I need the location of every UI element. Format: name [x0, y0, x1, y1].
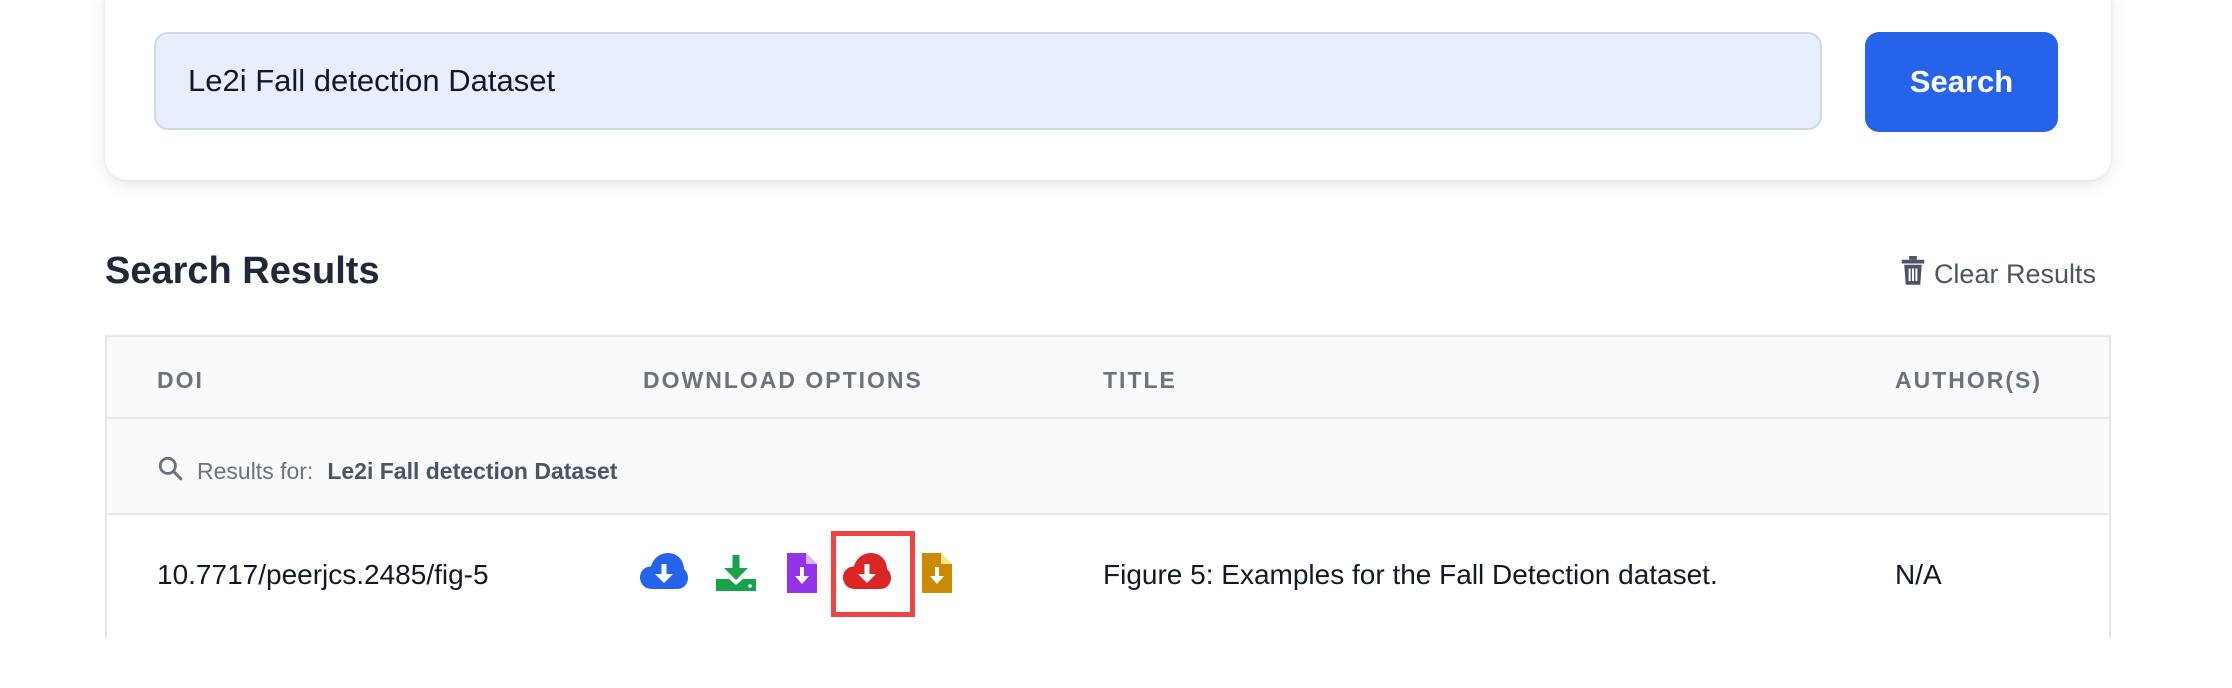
search-icon: [157, 455, 183, 487]
results-heading: Search Results: [105, 250, 380, 292]
results-info-query: Le2i Fall detection Dataset: [327, 457, 618, 484]
authors-cell: N/A: [1895, 559, 1942, 590]
results-info-row: Results for: Le2i Fall detection Dataset: [107, 419, 2109, 515]
clear-results-button[interactable]: Clear Results: [1900, 256, 2096, 293]
table-header-row: DOI DOWNLOAD OPTIONS TITLE AUTHOR(S): [107, 337, 2109, 419]
search-button[interactable]: Search: [1865, 32, 2058, 132]
results-info: Results for: Le2i Fall detection Dataset: [157, 455, 617, 487]
column-header-title: TITLE: [1103, 367, 1177, 393]
file-download-icon[interactable]: [922, 553, 952, 593]
column-header-download-options: DOWNLOAD OPTIONS: [643, 367, 923, 393]
column-header-authors: AUTHOR(S): [1895, 367, 2043, 393]
search-input[interactable]: [154, 32, 1822, 130]
file-download-icon[interactable]: [787, 553, 817, 593]
highlight-box: [831, 531, 915, 617]
column-header-doi: DOI: [157, 367, 204, 393]
cloud-download-icon[interactable]: [640, 553, 688, 591]
title-cell: Figure 5: Examples for the Fall Detectio…: [1103, 559, 1718, 590]
results-info-prefix: Results for:: [197, 457, 314, 484]
clear-results-label: Clear Results: [1933, 259, 2096, 289]
results-table: DOI DOWNLOAD OPTIONS TITLE AUTHOR(S) Res…: [105, 335, 2111, 639]
doi-cell: 10.7717/peerjcs.2485/fig-5: [157, 559, 489, 590]
trash-icon: [1900, 256, 1926, 293]
table-row: 10.7717/peerjcs.2485/fig-5 Figure 5: Exa…: [107, 515, 2109, 639]
download-tray-icon[interactable]: [716, 555, 756, 591]
